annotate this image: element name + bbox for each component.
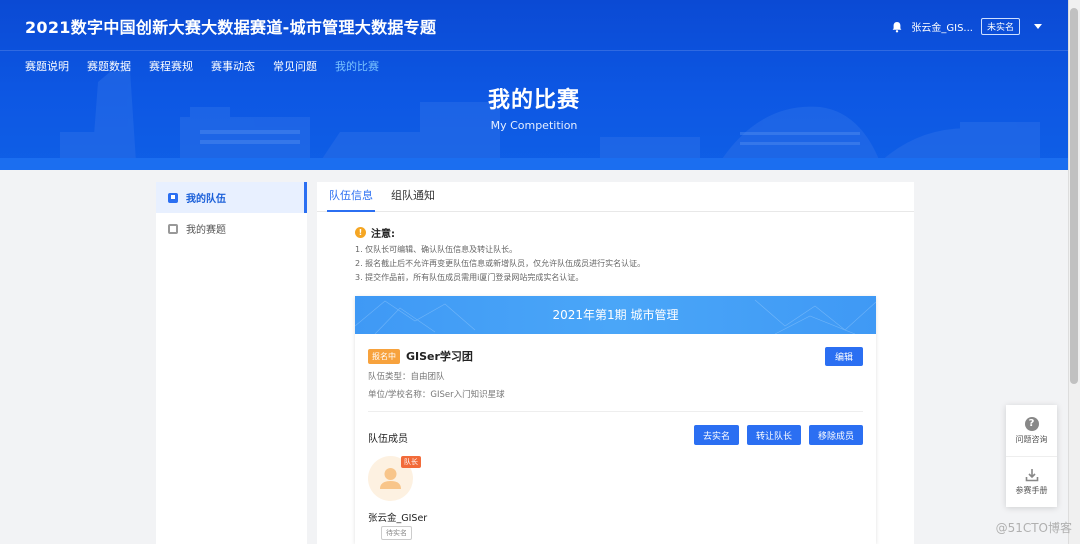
sidebar: 我的队伍 我的赛题 — [156, 182, 307, 544]
team-icon — [168, 192, 178, 203]
manual-label: 参赛手册 — [1015, 486, 1048, 495]
notice-line: 1. 仅队长可编辑、确认队伍信息及转让队长。 — [355, 245, 518, 254]
team-card-title: 2021年第1期 城市管理 — [552, 308, 679, 322]
status-badge: 报名中 — [368, 348, 400, 364]
card-divider — [368, 411, 863, 412]
float-help-panel: ? 问题咨询 参赛手册 — [1006, 405, 1057, 507]
team-org: 单位/学校名称：GISer入门知识星球 — [368, 390, 505, 400]
unverified-badge[interactable]: 未实名 — [980, 18, 1020, 35]
notice-line: 2. 报名截止后不允许再变更队伍信息或新增队员，仅允许队伍成员进行实名认证。 — [355, 259, 646, 268]
edit-button[interactable]: 编辑 — [825, 347, 863, 366]
nav-item-data[interactable]: 赛题数据 — [87, 58, 131, 74]
nav-item-faq[interactable]: 常见问题 — [273, 58, 317, 74]
topic-icon — [168, 223, 178, 234]
leader-badge: 队长 — [401, 456, 421, 468]
team-row: 报名中 GISer学习团 — [368, 348, 473, 364]
sidebar-item-label: 我的队伍 — [186, 194, 226, 205]
warning-icon: ! — [355, 227, 366, 238]
site-header: 2021数字中国创新大赛大数据赛道-城市管理大数据专题 张云金_GIS... 未… — [0, 0, 1068, 170]
user-name[interactable]: 张云金_GIS... — [911, 19, 973, 34]
team-name: GISer学习团 — [406, 350, 473, 363]
transfer-leader-button[interactable]: 转让队长 — [746, 425, 801, 445]
user-area[interactable]: 张云金_GIS... 未实名 — [891, 18, 1042, 35]
scrollbar-thumb[interactable] — [1070, 8, 1078, 384]
question-icon: ? — [1024, 416, 1039, 431]
nav-divider — [0, 50, 1068, 51]
page-scrollbar[interactable] — [1068, 0, 1080, 544]
remove-member-button[interactable]: 移除成员 — [808, 425, 863, 445]
notice-line: 3. 提交作品前，所有队伍成员需用i厦门登录网站完成实名认证。 — [355, 273, 584, 282]
main-panel: 队伍信息 组队通知 ! 注意: 1. 仅队长可编辑、确认队伍信息及转让队长。 2… — [317, 182, 914, 544]
notice-list: 1. 仅队长可编辑、确认队伍信息及转让队长。 2. 报名截止后不允许再变更队伍信… — [355, 244, 885, 283]
team-card-header: 2021年第1期 城市管理 — [355, 296, 876, 334]
watermark: @51CTO博客 — [995, 521, 1072, 535]
consult-button[interactable]: ? 问题咨询 — [1006, 405, 1057, 456]
consult-label: 问题咨询 — [1015, 434, 1048, 444]
member-actions: 去实名 转让队长 移除成员 — [693, 425, 863, 445]
nav-item-schedule[interactable]: 赛程赛规 — [149, 58, 193, 74]
sidebar-item-label: 我的赛题 — [186, 225, 226, 236]
sidebar-item-my-topics[interactable]: 我的赛题 — [156, 213, 307, 244]
member-status-badge: 待实名 — [381, 526, 412, 540]
header-bottom-band — [0, 158, 1068, 170]
notice-title: 注意: — [371, 229, 395, 240]
tab-team-info[interactable]: 队伍信息 — [327, 182, 375, 212]
team-card: 2021年第1期 城市管理 报名中 GISer学习团 编辑 队伍类型：自由团队 … — [355, 296, 876, 544]
team-type: 队伍类型：自由团队 — [368, 372, 445, 382]
site-title: 2021数字中国创新大赛大数据赛道-城市管理大数据专题 — [25, 18, 437, 37]
notice-box: ! 注意: 1. 仅队长可编辑、确认队伍信息及转让队长。 2. 报名截止后不允许… — [355, 225, 885, 283]
banner-title: 我的比赛 — [487, 88, 580, 113]
members-title: 队伍成员 — [368, 434, 408, 445]
nav-item-my-competition[interactable]: 我的比赛 — [335, 58, 379, 74]
member-name: 张云金_GISer — [368, 513, 428, 524]
tab-bar: 队伍信息 组队通知 — [317, 182, 914, 212]
tab-team-notice[interactable]: 组队通知 — [389, 182, 437, 212]
download-icon — [1025, 469, 1038, 482]
bell-icon[interactable] — [891, 21, 903, 33]
chevron-down-icon[interactable] — [1034, 24, 1042, 29]
main-nav: 赛题说明 赛题数据 赛程赛规 赛事动态 常见问题 我的比赛 — [25, 58, 379, 74]
nav-item-rules[interactable]: 赛题说明 — [25, 58, 69, 74]
banner-subtitle: My Competition — [490, 119, 578, 132]
notice-header: ! 注意: — [355, 225, 885, 240]
nav-item-news[interactable]: 赛事动态 — [211, 58, 255, 74]
verify-button[interactable]: 去实名 — [693, 425, 739, 445]
manual-button[interactable]: 参赛手册 — [1006, 456, 1057, 507]
sidebar-item-my-team[interactable]: 我的队伍 — [156, 182, 307, 213]
